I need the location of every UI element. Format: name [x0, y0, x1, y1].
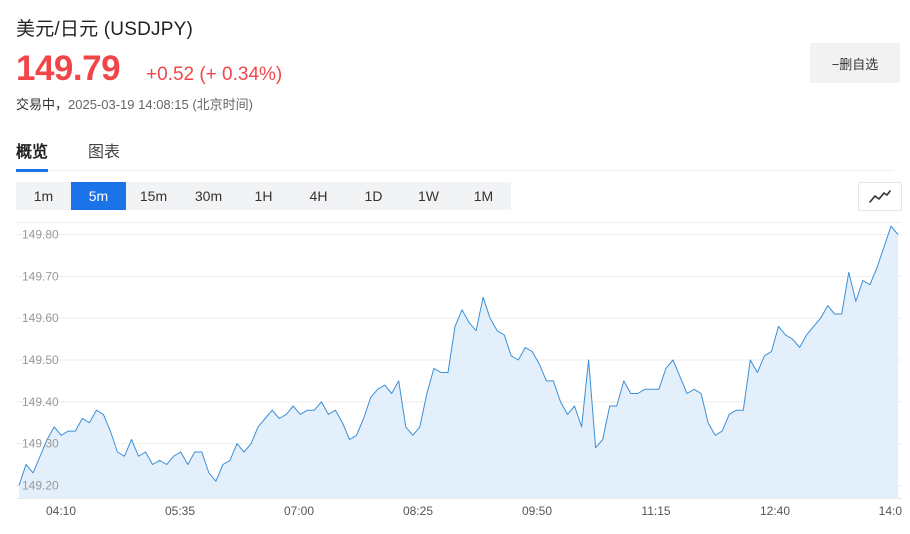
x-tick-label: 05:35	[165, 504, 195, 518]
y-tick-label: 149.80	[22, 228, 59, 242]
x-tick-label: 09:50	[522, 504, 552, 518]
tab-overview[interactable]: 概览	[16, 138, 49, 172]
trading-status: 交易中，2025-03-19 14:08:15 (北京时间)	[16, 94, 253, 113]
price-chart-svg: 149.80 149.70 149.60 149.50 149.40 149.30 149.…	[16, 222, 902, 518]
y-tick-label: 149.50	[22, 353, 59, 367]
price-area	[19, 226, 898, 498]
interval-selector: 1m 5m 15m 30m 1H 4H 1D 1W 1M	[16, 182, 511, 210]
tab-bar: 概览 图表	[16, 136, 894, 172]
x-tick-label: 14:0	[879, 504, 902, 518]
y-tick-label: 149.60	[22, 311, 59, 325]
interval-1d[interactable]: 1D	[346, 182, 401, 210]
x-axis-labels: 04:10 05:35 07:00 08:25 09:50 11:15 12:40 14:0	[46, 504, 902, 518]
interval-5m[interactable]: 5m	[71, 182, 126, 210]
interval-1m[interactable]: 1m	[16, 182, 71, 210]
interval-1mo[interactable]: 1M	[456, 182, 511, 210]
x-tick-label: 04:10	[46, 504, 76, 518]
interval-1w[interactable]: 1W	[401, 182, 456, 210]
line-chart-icon	[869, 189, 891, 203]
price-change: +0.52 (+ 0.34%)	[146, 64, 283, 85]
status-label: 交易中，	[16, 97, 69, 112]
current-price: 149.79	[16, 49, 121, 88]
y-tick-label: 149.30	[22, 437, 59, 451]
y-tick-label: 149.70	[22, 269, 59, 283]
timestamp: 2025-03-19 14:08:15 (北京时间)	[68, 97, 253, 112]
x-tick-label: 08:25	[403, 504, 433, 518]
y-tick-label: 149.40	[22, 395, 59, 409]
price-chart[interactable]: 149.80 149.70 149.60 149.50 149.40 149.30 149.…	[16, 222, 902, 526]
chart-type-button[interactable]	[858, 182, 902, 211]
instrument-title: 美元/日元 (USDJPY)	[16, 19, 193, 40]
interval-1h[interactable]: 1H	[236, 182, 291, 210]
y-tick-label: 149.20	[22, 478, 59, 492]
interval-30m[interactable]: 30m	[181, 182, 236, 210]
interval-15m[interactable]: 15m	[126, 182, 181, 210]
tab-chart[interactable]: 图表	[88, 138, 120, 169]
x-tick-label: 12:40	[760, 504, 790, 518]
interval-4h[interactable]: 4H	[291, 182, 346, 210]
area-layer	[18, 225, 899, 498]
x-tick-label: 07:00	[284, 504, 314, 518]
remove-favorite-button[interactable]: −删自选	[810, 43, 900, 83]
x-tick-label: 11:15	[641, 504, 670, 518]
